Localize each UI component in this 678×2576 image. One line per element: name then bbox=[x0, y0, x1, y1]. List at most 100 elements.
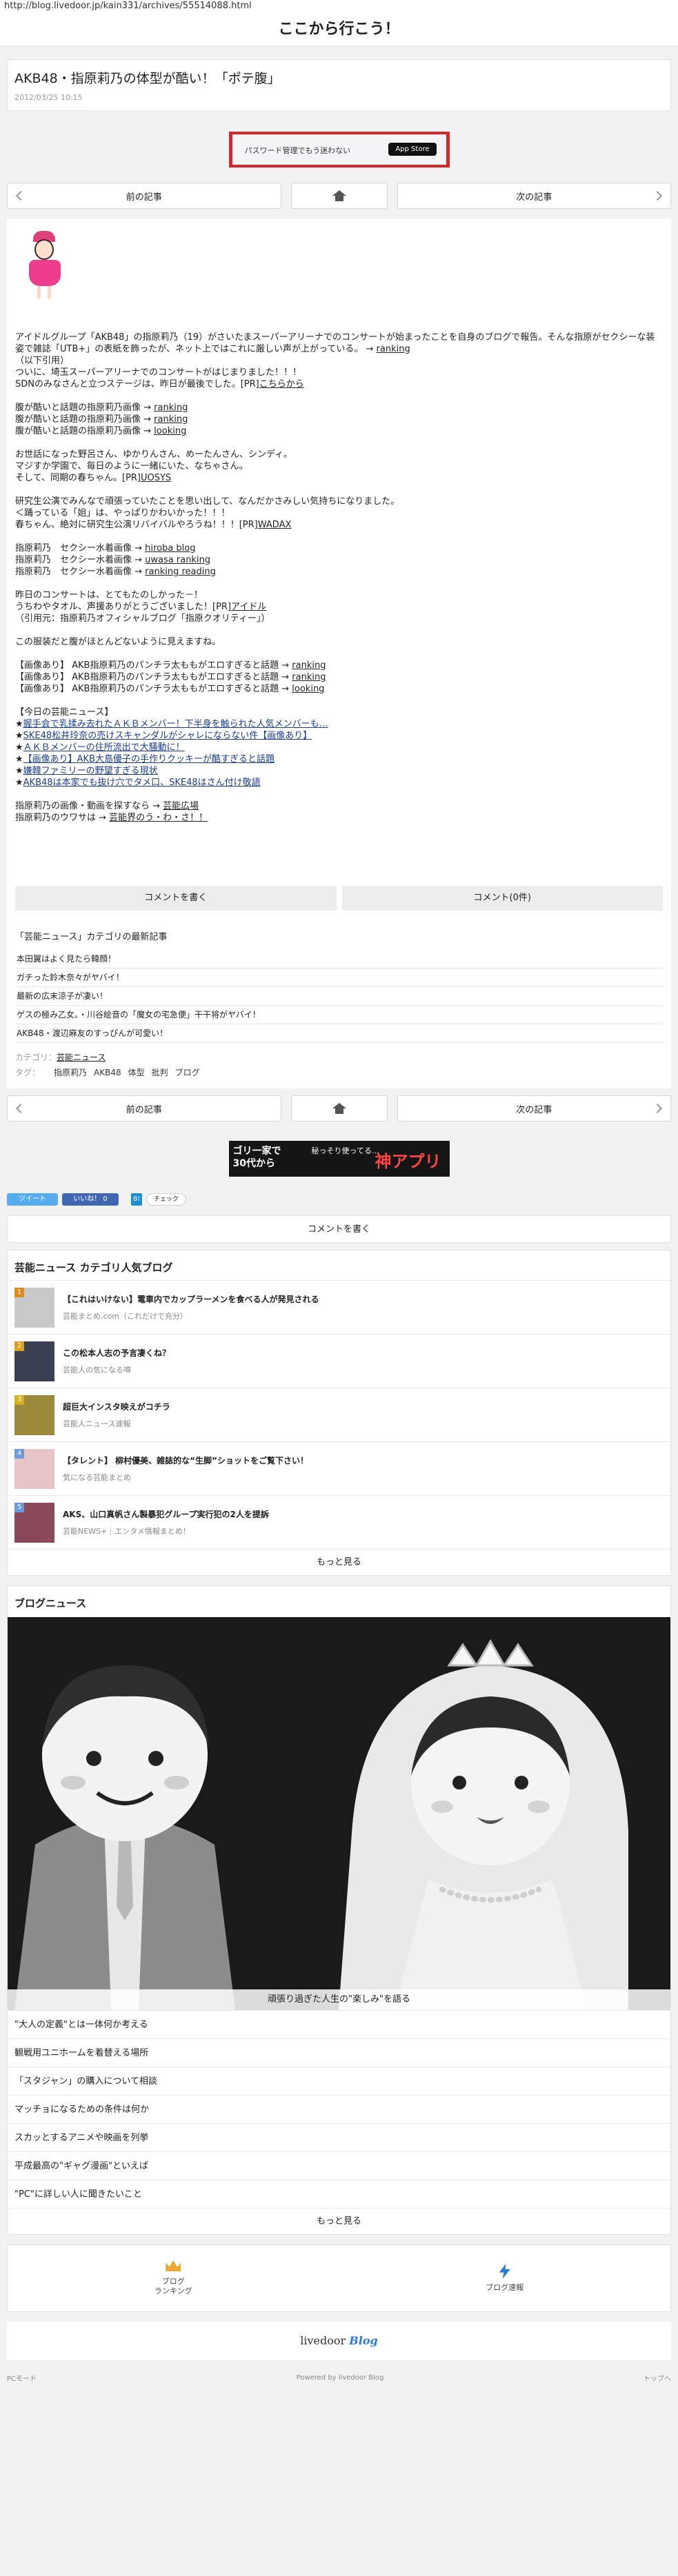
blog-ranking-link[interactable]: ブログ ランキング bbox=[8, 2245, 339, 2311]
body-line: 腹が酷いと話題の指原莉乃画像 → ranking bbox=[15, 414, 663, 425]
category-latest-item[interactable]: ガチった鈴木奈々がヤバイ！ bbox=[15, 968, 663, 987]
popular-item[interactable]: 1 【これはいけない】電車内でカップラーメンを食べる人が発見される 芸能まとめ.co… bbox=[8, 1280, 670, 1334]
blog-news-item[interactable]: マッチョになるための条件は何か bbox=[8, 2095, 670, 2123]
article-date: 2012/03/25 10:15 bbox=[14, 93, 83, 102]
body-link[interactable]: ranking bbox=[377, 344, 410, 354]
body-link[interactable]: looking bbox=[292, 684, 324, 694]
body-line: SDNのみなさんと立つステージは、昨日が最後でした。[PR]こちらから bbox=[15, 378, 663, 390]
comment-count-button[interactable]: コメント(0件) bbox=[341, 886, 663, 911]
category-latest-item[interactable]: ゲスの極み乙女。・川谷絵音の「魔女の宅急便」干干将がヤバイ！ bbox=[15, 1006, 663, 1024]
tag-link[interactable]: 批判 bbox=[152, 1068, 168, 1077]
body-link[interactable]: WADAX bbox=[258, 520, 292, 530]
home-button[interactable] bbox=[290, 1095, 388, 1122]
next-article-button[interactable]: 次の記事 bbox=[397, 183, 671, 209]
category-link[interactable]: 芸能ニュース bbox=[57, 1053, 106, 1062]
blog-title[interactable]: ここから行こう！ bbox=[0, 12, 678, 47]
tag-link[interactable]: AKB48 bbox=[94, 1068, 121, 1077]
body-text: 腹が酷いと話題の指原莉乃画像 → bbox=[15, 414, 154, 425]
body-link[interactable]: ＡＫＢメンバーの住所流出で大騒動に！ bbox=[23, 742, 185, 753]
pc-mode-link[interactable]: PCモード bbox=[7, 2373, 37, 2383]
popular-item[interactable]: 3 超巨大インスタ映えがコチラ 芸能人ニュース速報 bbox=[8, 1388, 670, 1441]
back-to-top-link[interactable]: トップへ bbox=[644, 2373, 671, 2383]
body-link[interactable]: uwasa ranking bbox=[145, 555, 210, 565]
body-line: ★嫌韓ファミリーの野望すぎる現状 bbox=[15, 765, 663, 777]
article-title: AKB48・指原莉乃の体型が酷い！「ポテ腹」 bbox=[14, 71, 281, 86]
body-link[interactable]: アイドル bbox=[231, 602, 266, 612]
body-link[interactable]: 嫌韓ファミリーの野望すぎる現状 bbox=[23, 766, 158, 776]
body-link[interactable]: ranking bbox=[154, 414, 188, 425]
hero-image[interactable]: 頑張り過ぎた人生の"楽しみ"を語る bbox=[8, 1617, 670, 2010]
body-text: 指原莉乃 セクシー水着画像 → bbox=[15, 543, 146, 554]
tag-link[interactable]: 体型 bbox=[128, 1068, 145, 1077]
body-link[interactable]: ranking bbox=[292, 660, 326, 671]
popular-item[interactable]: 4 【タレント】 柳村優美、雑誌的な“生脚”ショットをご覧下さい！ 気になる芸能まと… bbox=[8, 1441, 670, 1495]
write-comment-button[interactable]: コメントを書く bbox=[7, 1215, 671, 1243]
popular-item[interactable]: 5 AKS、山口真帆さん製暴犯グループ実行犯の2人を提訴 芸能NEWS+｜エンタメ情… bbox=[8, 1495, 670, 1549]
popular-more-button[interactable]: もっと見る bbox=[8, 1549, 670, 1575]
category-latest-item[interactable]: AKB48・渡辺麻友のすっぴんが可愛い！ bbox=[15, 1024, 663, 1043]
body-text: ★ bbox=[15, 766, 23, 776]
tweet-button[interactable]: ツイート bbox=[7, 1193, 58, 1206]
body-line: 【画像あり】 AKB指原莉乃のパンチラ太ももがエロすぎると話題 → rankin… bbox=[15, 660, 663, 671]
body-line: 指原莉乃の画像・動画を探すなら → 芸能広場 bbox=[15, 800, 663, 812]
body-link[interactable]: hiroba blog bbox=[145, 543, 195, 554]
body-link[interactable]: ranking reading bbox=[145, 567, 216, 577]
hatena-bookmark-button[interactable]: B! bbox=[131, 1193, 142, 1206]
powered-by: Powered by livedoor Blog bbox=[296, 2373, 384, 2382]
body-link[interactable]: こちらから bbox=[259, 379, 304, 389]
body-link[interactable]: 握手会で乳揉み去れたＡＫＢメンバー！下半身を触られた人気メンバーも… bbox=[23, 719, 328, 729]
body-link[interactable]: AKB48は本家でも抜け穴でタメ口、SKE48はさん付け敬語 bbox=[23, 778, 261, 788]
write-comment-button[interactable]: コメントを書く bbox=[15, 886, 337, 911]
top-ad-banner[interactable]: パスワード管理でもう迷わない App Store bbox=[228, 132, 450, 168]
home-button[interactable] bbox=[290, 183, 388, 209]
popular-thumbnail: 4 bbox=[14, 1448, 54, 1489]
body-text: ＜踊っている「姐」は、やっぱりかわいかった！！！ bbox=[15, 508, 230, 518]
body-text: お世話になった野呂さん、ゆかりんさん、めーたんさん、シンディ。 bbox=[15, 449, 293, 460]
body-link[interactable]: UOSYS bbox=[141, 473, 171, 483]
chevron-right-icon bbox=[652, 1103, 663, 1114]
livedoor-blog-logo[interactable]: livedoor Blog bbox=[7, 2322, 671, 2360]
blog-news-item[interactable]: スカッとするアニメや映画を列挙 bbox=[8, 2123, 670, 2151]
blog-news-item[interactable]: 平成最高の"ギャグ漫画"といえば bbox=[8, 2151, 670, 2180]
mid-ad-banner[interactable]: ゴリ一家で 30代から 秘っそり使ってる… 神アプリ bbox=[228, 1141, 450, 1177]
body-link[interactable]: 【画像あり】AKB大島優子の手作りクッキーが酷すぎると話題 bbox=[23, 754, 275, 764]
blog-news-more-button[interactable]: もっと見る bbox=[8, 2208, 670, 2234]
body-text: ★ bbox=[15, 731, 23, 741]
article-nav-top: 前の記事 次の記事 bbox=[7, 183, 671, 209]
category-line: カテゴリ：芸能ニュース bbox=[15, 1053, 106, 1062]
body-link[interactable]: SKE48松井玲奈の売けスキャンダルがシャレにならない件【画像あり】 bbox=[23, 731, 312, 741]
tag-link[interactable]: 指原莉乃 bbox=[54, 1068, 87, 1077]
category-latest-item[interactable]: 最新の広末涼子が凄い！ bbox=[15, 987, 663, 1006]
prev-article-button[interactable]: 前の記事 bbox=[7, 183, 281, 209]
popular-thumbnail: 2 bbox=[14, 1341, 54, 1381]
category-latest-item[interactable]: 本田翼はよく見たら韓顔！ bbox=[15, 950, 663, 968]
popular-source: 芸能人の気になる噂 bbox=[63, 1366, 131, 1375]
prev-article-button[interactable]: 前の記事 bbox=[7, 1095, 281, 1122]
body-link[interactable]: looking bbox=[154, 426, 186, 436]
blog-news-item[interactable]: 観戦用ユニホームを着替える場所 bbox=[8, 2038, 670, 2067]
crown-icon bbox=[166, 2260, 181, 2271]
blog-flash-link[interactable]: ブログ速報 bbox=[339, 2245, 671, 2311]
blog-news-item[interactable]: 「スタジャン」の購入について相談 bbox=[8, 2067, 670, 2095]
facebook-like-button[interactable]: いいね！ 0 bbox=[62, 1193, 119, 1206]
blog-news-item[interactable]: "大人の定義"とは一体何か考える bbox=[8, 2010, 670, 2038]
body-link[interactable]: 芸能界のう・わ・さ！！ bbox=[109, 813, 208, 823]
body-link[interactable]: ranking bbox=[154, 403, 188, 413]
body-text: 【画像あり】 AKB指原莉乃のパンチラ太ももがエロすぎると話題 → bbox=[15, 684, 292, 694]
tag-link[interactable]: ブログ bbox=[175, 1068, 200, 1077]
article-header: AKB48・指原莉乃の体型が酷い！「ポテ腹」 2012/03/25 10:15 bbox=[7, 59, 671, 111]
popular-item[interactable]: 2 この松本人志の予言凄くね？ 芸能人の気になる噂 bbox=[8, 1334, 670, 1388]
popular-source: 芸能まとめ.com（これだけで充分） bbox=[63, 1312, 188, 1321]
next-article-button[interactable]: 次の記事 bbox=[397, 1095, 671, 1122]
blog-news-item[interactable]: "PC"に詳しい人に聞きたいこと bbox=[8, 2180, 670, 2208]
body-link[interactable]: ranking bbox=[292, 672, 326, 682]
category-latest-heading: 「芸能ニュース」カテゴリの最新記事 bbox=[15, 932, 168, 942]
body-link[interactable]: 芸能広場 bbox=[163, 801, 199, 811]
body-text: 腹が酷いと話題の指原莉乃画像 → bbox=[15, 403, 154, 413]
blog-news-heading: ブログニュース bbox=[14, 1597, 87, 1610]
mixi-check-button[interactable]: チェック bbox=[146, 1193, 186, 1206]
ad-text: パスワード管理でもう迷わない bbox=[244, 146, 351, 155]
